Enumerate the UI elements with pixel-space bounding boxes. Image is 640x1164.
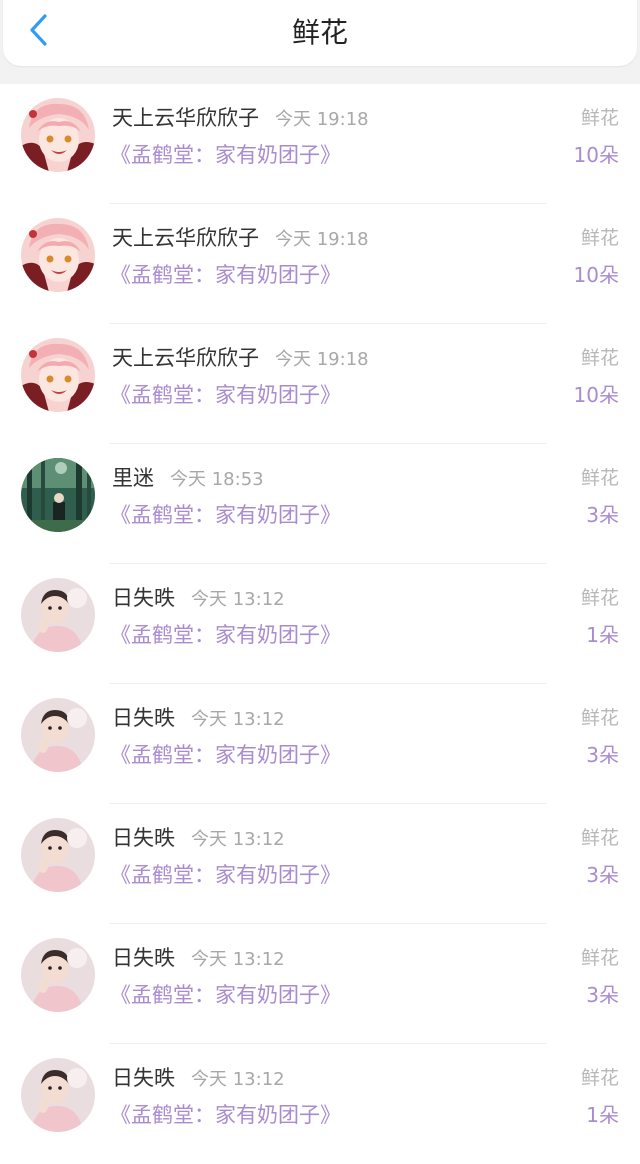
- user-name: 天上云华欣欣子 今天 19:18: [112, 104, 369, 134]
- user-name-text: 天上云华欣欣子: [112, 226, 259, 250]
- avatar[interactable]: [21, 218, 95, 292]
- header-bar: 鲜花: [0, 0, 640, 84]
- user-name: 日失昳 今天 13:12: [112, 944, 285, 974]
- book-title[interactable]: 《孟鹤堂：家有奶团子》: [110, 621, 341, 649]
- gift-count: 3朵: [586, 743, 619, 767]
- gift-count: 10朵: [573, 263, 619, 287]
- user-name: 日失昳 今天 13:12: [112, 824, 285, 854]
- avatar[interactable]: [21, 338, 95, 412]
- timestamp: 今天 18:53: [170, 469, 264, 490]
- book-title[interactable]: 《孟鹤堂：家有奶团子》: [110, 141, 341, 169]
- user-name-text: 日失昳: [112, 946, 175, 970]
- gift-count: 1朵: [586, 623, 619, 647]
- user-name-text: 天上云华欣欣子: [112, 346, 259, 370]
- user-name-text: 日失昳: [112, 1066, 175, 1090]
- gift-count: 10朵: [573, 143, 619, 167]
- gift-count: 10朵: [573, 383, 619, 407]
- avatar[interactable]: [21, 98, 95, 172]
- list-item[interactable]: 日失昳 今天 13:12 《孟鹤堂：家有奶团子》 鲜花 1朵: [0, 564, 640, 684]
- timestamp: 今天 13:12: [191, 709, 285, 730]
- avatar[interactable]: [21, 818, 95, 892]
- list-item[interactable]: 日失昳 今天 13:12 《孟鹤堂：家有奶团子》 鲜花 3朵: [0, 924, 640, 1044]
- user-name: 日失昳 今天 13:12: [112, 704, 285, 734]
- user-name: 天上云华欣欣子 今天 19:18: [112, 344, 369, 374]
- avatar[interactable]: [21, 458, 95, 532]
- header-card: 鲜花: [3, 0, 637, 66]
- avatar[interactable]: [21, 938, 95, 1012]
- gift-type-label: 鲜花: [580, 347, 619, 369]
- page-title: 鲜花: [291, 16, 348, 49]
- gift-type-label: 鲜花: [580, 227, 619, 249]
- timestamp: 今天 13:12: [191, 589, 285, 610]
- user-name: 日失昳 今天 13:12: [112, 584, 285, 614]
- book-title[interactable]: 《孟鹤堂：家有奶团子》: [110, 981, 341, 1009]
- user-name-text: 里迷: [112, 466, 154, 490]
- user-name: 日失昳 今天 13:12: [112, 1064, 285, 1094]
- user-name-text: 日失昳: [112, 586, 175, 610]
- gift-type-label: 鲜花: [580, 827, 619, 849]
- book-title[interactable]: 《孟鹤堂：家有奶团子》: [110, 501, 341, 529]
- list-item[interactable]: 里迷 今天 18:53 《孟鹤堂：家有奶团子》 鲜花 3朵: [0, 444, 640, 564]
- user-name: 里迷 今天 18:53: [112, 464, 264, 494]
- avatar[interactable]: [21, 578, 95, 652]
- gift-list: 天上云华欣欣子 今天 19:18 《孟鹤堂：家有奶团子》 鲜花 10朵 天上云华欣…: [0, 84, 640, 1164]
- list-item[interactable]: 日失昳 今天 13:12 《孟鹤堂：家有奶团子》 鲜花 3朵: [0, 804, 640, 924]
- timestamp: 今天 19:18: [275, 109, 369, 130]
- timestamp: 今天 19:18: [275, 229, 369, 250]
- gift-type-label: 鲜花: [580, 587, 619, 609]
- gift-type-label: 鲜花: [580, 707, 619, 729]
- list-item[interactable]: 天上云华欣欣子 今天 19:18 《孟鹤堂：家有奶团子》 鲜花 10朵: [0, 84, 640, 204]
- list-item[interactable]: 天上云华欣欣子 今天 19:18 《孟鹤堂：家有奶团子》 鲜花 10朵: [0, 324, 640, 444]
- gift-count: 3朵: [586, 983, 619, 1007]
- gift-type-label: 鲜花: [580, 1067, 619, 1089]
- book-title[interactable]: 《孟鹤堂：家有奶团子》: [110, 861, 341, 889]
- user-name-text: 天上云华欣欣子: [112, 106, 259, 130]
- gift-type-label: 鲜花: [580, 947, 619, 969]
- timestamp: 今天 13:12: [191, 829, 285, 850]
- avatar[interactable]: [21, 698, 95, 772]
- timestamp: 今天 13:12: [191, 1069, 285, 1090]
- gift-count: 3朵: [586, 863, 619, 887]
- avatar[interactable]: [21, 1058, 95, 1132]
- list-item[interactable]: 日失昳 今天 13:12 《孟鹤堂：家有奶团子》 鲜花 3朵: [0, 684, 640, 804]
- gift-count: 3朵: [586, 503, 619, 527]
- timestamp: 今天 19:18: [275, 349, 369, 370]
- book-title[interactable]: 《孟鹤堂：家有奶团子》: [110, 381, 341, 409]
- book-title[interactable]: 《孟鹤堂：家有奶团子》: [110, 1101, 341, 1129]
- gift-count: 1朵: [586, 1103, 619, 1127]
- list-item[interactable]: 日失昳 今天 13:12 《孟鹤堂：家有奶团子》 鲜花 1朵: [0, 1044, 640, 1164]
- list-item[interactable]: 天上云华欣欣子 今天 19:18 《孟鹤堂：家有奶团子》 鲜花 10朵: [0, 204, 640, 324]
- book-title[interactable]: 《孟鹤堂：家有奶团子》: [110, 741, 341, 769]
- gift-type-label: 鲜花: [580, 467, 619, 489]
- user-name-text: 日失昳: [112, 826, 175, 850]
- user-name-text: 日失昳: [112, 706, 175, 730]
- timestamp: 今天 13:12: [191, 949, 285, 970]
- user-name: 天上云华欣欣子 今天 19:18: [112, 224, 369, 254]
- book-title[interactable]: 《孟鹤堂：家有奶团子》: [110, 261, 341, 289]
- gift-type-label: 鲜花: [580, 107, 619, 129]
